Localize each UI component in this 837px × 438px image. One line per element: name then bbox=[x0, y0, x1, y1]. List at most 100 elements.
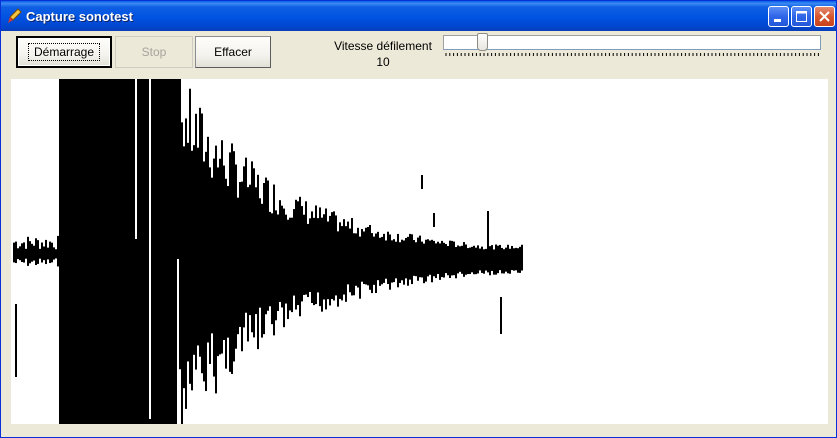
waveform-bar bbox=[345, 226, 347, 302]
waveform-bar bbox=[321, 217, 323, 312]
waveform-bar bbox=[437, 241, 439, 275]
waveform-bar bbox=[43, 246, 45, 261]
maximize-icon bbox=[796, 11, 807, 22]
waveform-bar bbox=[231, 143, 233, 374]
waveform-bar bbox=[507, 244, 509, 274]
waveform-bar bbox=[273, 184, 275, 336]
waveform-bar bbox=[395, 241, 397, 279]
waveform-bar bbox=[487, 247, 489, 273]
waveform-bar bbox=[287, 219, 289, 320]
waveform-bar bbox=[511, 245, 513, 271]
waveform-bar bbox=[269, 211, 271, 307]
waveform-bar bbox=[465, 244, 467, 275]
waveform-bar bbox=[509, 248, 511, 274]
waveform-bar bbox=[181, 122, 183, 424]
waveform-bar bbox=[193, 145, 195, 355]
waveform-bar bbox=[13, 242, 15, 263]
stop-button[interactable]: Stop bbox=[115, 36, 193, 68]
start-button-label: Démarrage bbox=[27, 43, 101, 61]
waveform-bar bbox=[471, 246, 473, 273]
waveform-bar bbox=[355, 233, 357, 286]
waveform-bar bbox=[19, 246, 21, 261]
waveform-bar bbox=[335, 215, 337, 296]
waveform-bar bbox=[307, 223, 309, 298]
waveform-bar bbox=[211, 177, 213, 334]
speed-value: 10 bbox=[376, 55, 390, 69]
waveform-bar bbox=[195, 113, 197, 370]
waveform-bar bbox=[459, 246, 461, 272]
waveform-bar bbox=[487, 211, 489, 249]
clear-button-label: Effacer bbox=[214, 45, 252, 59]
speed-slider-thumb[interactable] bbox=[477, 33, 488, 51]
waveform-bar bbox=[293, 209, 295, 296]
waveform-bar bbox=[341, 226, 343, 301]
waveform-bar bbox=[493, 249, 495, 275]
waveform-bar bbox=[301, 206, 303, 302]
waveform-bar bbox=[461, 245, 463, 274]
waveform-bar bbox=[265, 177, 267, 315]
clear-button[interactable]: Effacer bbox=[195, 36, 271, 68]
waveform-bar bbox=[329, 215, 331, 306]
waveform-bar bbox=[515, 247, 517, 271]
waveform-bar bbox=[421, 175, 423, 189]
waveform-bar bbox=[255, 187, 257, 315]
waveform-bar bbox=[17, 248, 19, 260]
waveform-bar bbox=[327, 221, 329, 300]
waveform-bar bbox=[191, 150, 193, 391]
waveform-bar bbox=[469, 247, 471, 275]
waveform-bar bbox=[251, 161, 253, 333]
waveform-bar bbox=[47, 247, 49, 260]
waveform-bar bbox=[235, 164, 237, 349]
title-bar[interactable]: Capture sonotest bbox=[1, 1, 836, 31]
waveform-bar bbox=[501, 247, 503, 274]
waveform-bar bbox=[363, 231, 365, 284]
waveform-bar bbox=[23, 242, 25, 263]
waveform-bar bbox=[305, 201, 307, 295]
app-icon[interactable] bbox=[6, 8, 22, 24]
waveform-bar bbox=[439, 243, 441, 280]
waveform-bar bbox=[267, 180, 269, 311]
waveform-bar bbox=[45, 239, 47, 265]
waveform-bar bbox=[283, 208, 285, 328]
waveform-bar bbox=[213, 158, 215, 377]
waveform-bar bbox=[339, 222, 341, 299]
waveform-bar bbox=[409, 233, 411, 280]
waveform-bar bbox=[333, 211, 335, 301]
speed-label: Vitesse défilement bbox=[334, 39, 432, 53]
waveform-bar bbox=[223, 165, 225, 340]
waveform-gap bbox=[135, 79, 137, 239]
waveform-bar bbox=[457, 245, 459, 274]
maximize-button[interactable] bbox=[791, 6, 812, 27]
speed-slider-track[interactable] bbox=[443, 35, 821, 50]
waveform-bar bbox=[297, 201, 299, 306]
waveform-bar bbox=[219, 158, 221, 355]
waveform-bar bbox=[303, 214, 305, 295]
waveform-bar bbox=[449, 240, 451, 278]
waveform-bar bbox=[229, 152, 231, 372]
waveform-bar bbox=[323, 214, 325, 300]
waveform-bar bbox=[37, 240, 39, 264]
close-button[interactable] bbox=[814, 6, 835, 27]
waveform-bar bbox=[225, 178, 227, 369]
waveform-bar bbox=[447, 246, 449, 276]
waveform-bar bbox=[253, 168, 255, 338]
waveform-bar bbox=[25, 248, 27, 259]
waveform-bar bbox=[239, 182, 241, 327]
waveform-bar bbox=[281, 205, 283, 308]
waveform-bar bbox=[499, 244, 501, 271]
waveform-bar bbox=[51, 242, 53, 263]
waveform-bar bbox=[291, 217, 293, 313]
waveform-bar bbox=[337, 231, 339, 307]
close-icon bbox=[819, 11, 830, 22]
waveform-gap bbox=[149, 79, 151, 419]
waveform-bar bbox=[503, 249, 505, 274]
minimize-button[interactable] bbox=[768, 6, 789, 27]
waveform-bar bbox=[373, 236, 375, 285]
waveform-bar bbox=[27, 236, 29, 266]
waveform-bar bbox=[277, 214, 279, 311]
waveform-bar bbox=[393, 239, 395, 283]
start-button[interactable]: Démarrage bbox=[16, 36, 112, 68]
waveform-bar bbox=[403, 240, 405, 285]
waveform-bar bbox=[477, 245, 479, 274]
waveform-bar bbox=[367, 226, 369, 286]
